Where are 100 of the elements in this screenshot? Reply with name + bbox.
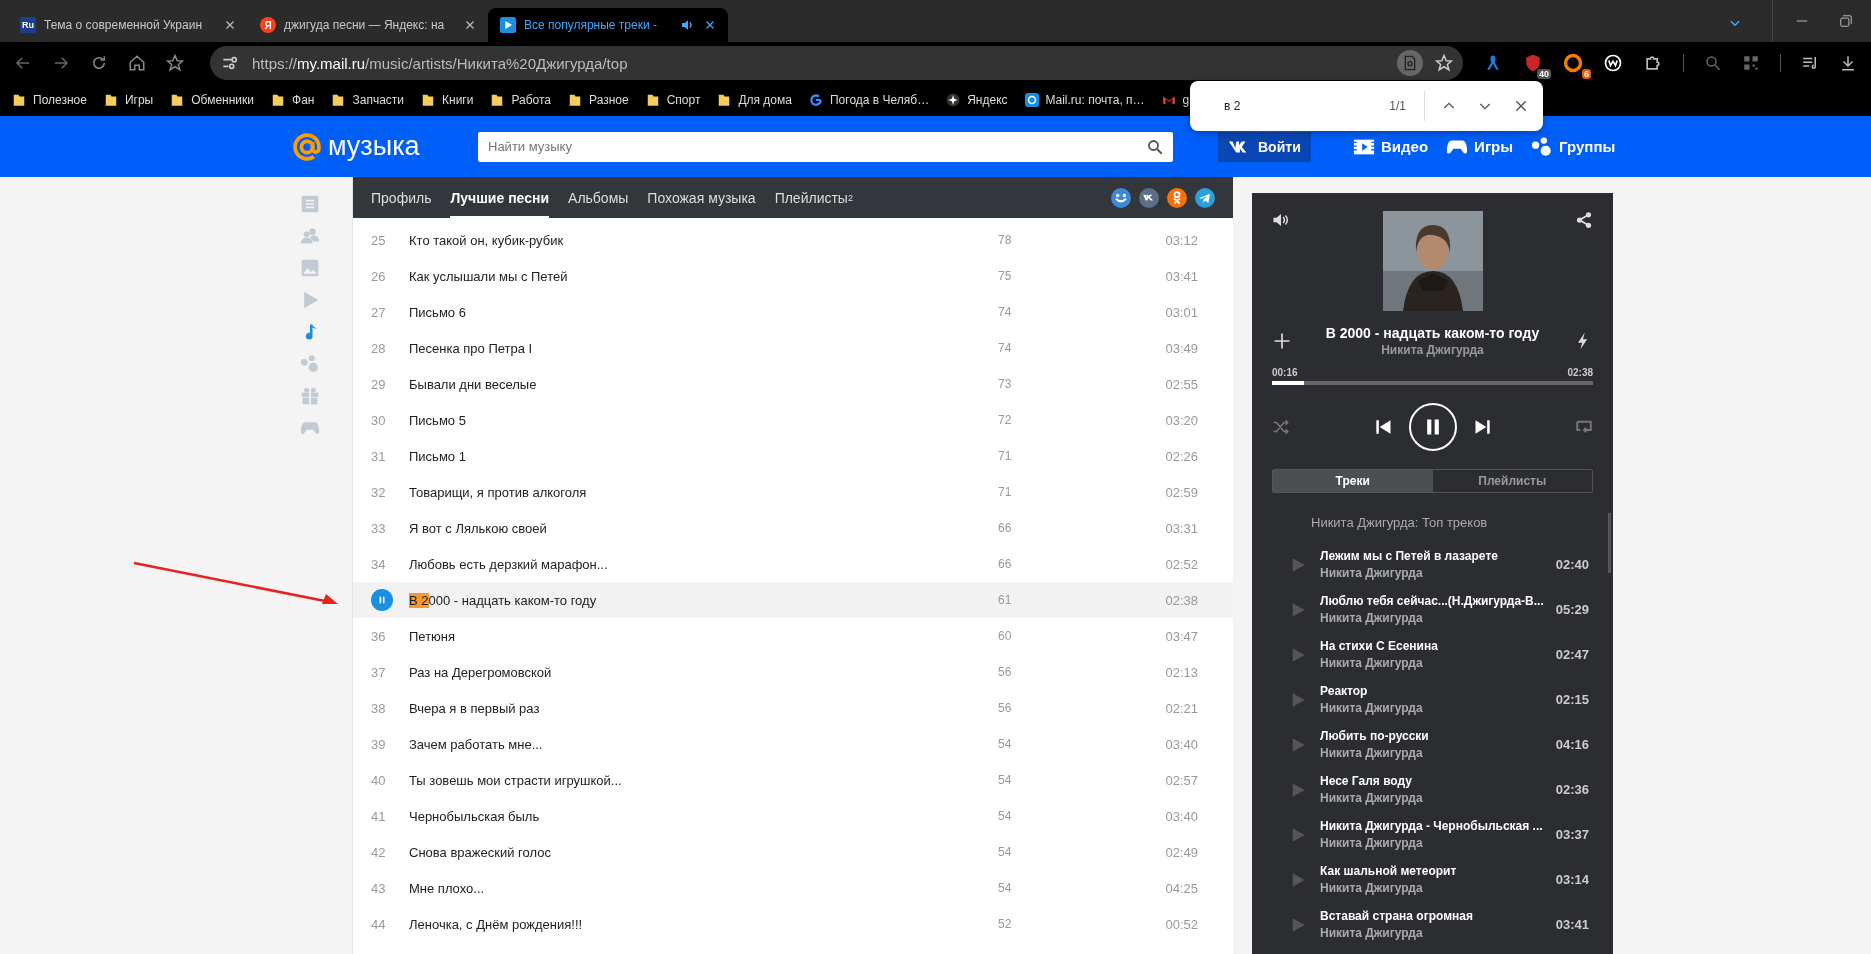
bookmark[interactable]: g (1161, 93, 1190, 107)
queue-track-artist[interactable]: Никита Джигурда (1320, 656, 1542, 670)
bookmark[interactable]: Погода в Челяб… (808, 93, 930, 107)
queue-track-artist[interactable]: Никита Джигурда (1320, 746, 1542, 760)
queue-track-title[interactable]: Вставай страна огромная (1320, 909, 1542, 923)
track-title[interactable]: Любовь есть дерзкий марафон... (409, 556, 998, 572)
search-icon[interactable] (1146, 137, 1164, 156)
star-icon[interactable] (1435, 54, 1454, 72)
bookmark[interactable]: Запчасти (331, 93, 404, 107)
address-bar[interactable]: https://my.mail.ru/music/artists/Никита%20Джигурда/top (210, 46, 1464, 80)
qr-code-icon[interactable] (1742, 54, 1761, 72)
track-title[interactable]: Мне плохо... (409, 880, 998, 896)
bookmark[interactable]: Книги (421, 93, 474, 107)
download-icon[interactable] (1839, 54, 1857, 72)
track-title[interactable]: В 2000 - надцать каком-то году (409, 592, 998, 608)
close-icon[interactable] (224, 19, 236, 31)
nav-tab[interactable]: Профиль (371, 177, 432, 218)
queue-track-title[interactable]: Реактор (1320, 684, 1542, 698)
track-row[interactable]: В 2000 - надцать каком-то году 61 02:38 (353, 582, 1233, 618)
find-query[interactable]: в 2 (1206, 83, 1390, 129)
track-row[interactable]: 31 Письмо 1 71 02:26 (353, 438, 1233, 474)
track-title[interactable]: Бывали дни веселые (409, 376, 998, 392)
queue-track-title[interactable]: Несе Галя воду (1320, 774, 1542, 788)
home-icon[interactable] (128, 54, 146, 72)
browser-tab[interactable]: Я джигуда песни — Яндекс: на (248, 8, 488, 42)
nav-tab[interactable]: Плейлисты$^{2}$ (774, 177, 853, 218)
track-title[interactable]: Письмо 1 (409, 448, 998, 464)
player-tab[interactable]: Треки (1273, 470, 1433, 492)
site-logo-text[interactable]: музыка (328, 131, 420, 162)
progress-bar[interactable] (1272, 381, 1593, 385)
browser-tab[interactable]: Ru Тема о современной Украин (8, 8, 248, 42)
queue-track-title[interactable]: Любить по-русски (1320, 729, 1542, 743)
pause-button[interactable] (1408, 403, 1457, 451)
track-row[interactable]: 37 Раз на Дерегромовской 56 02:13 (353, 654, 1233, 690)
login-button[interactable]: Войти (1218, 131, 1311, 162)
track-row[interactable]: 36 Петюня 60 03:47 (353, 618, 1233, 654)
track-title[interactable]: Как услышали мы с Петей (409, 268, 998, 284)
track-title[interactable]: Ты зовешь мои страсти игрушкой... (409, 772, 998, 788)
ok-share-icon[interactable] (1167, 187, 1187, 208)
browser-tab[interactable]: Все популярные треки - (488, 8, 728, 42)
track-title[interactable]: Раз на Дерегромовской (409, 664, 998, 680)
queue-track-title[interactable]: Люблю тебя сейчас...(Н.Джигурда-В... (1320, 594, 1542, 608)
track-title[interactable]: Я вот с Лялькою своей (409, 520, 998, 536)
track-title[interactable]: Письмо 5 (409, 412, 998, 428)
bookmark-star-icon[interactable] (166, 54, 184, 72)
track-row[interactable]: 41 Чернобыльская быль 54 03:40 (353, 798, 1233, 834)
repeat-icon[interactable] (1575, 418, 1593, 436)
close-icon[interactable] (1513, 98, 1529, 114)
track-row[interactable]: 30 Письмо 5 72 03:20 (353, 402, 1233, 438)
track-title[interactable]: Снова вражеский голос (409, 844, 998, 860)
track-title[interactable]: Зачем работать мне... (409, 736, 998, 752)
bookmark[interactable]: Для дома (717, 93, 792, 107)
vk-share-icon[interactable] (1139, 187, 1159, 208)
header-link[interactable]: Группы (1531, 135, 1616, 158)
search-icon[interactable] (1704, 54, 1723, 72)
track-title[interactable]: Чернобыльская быль (409, 808, 998, 824)
track-row[interactable]: 44 Леночка, с Днём рождения!!! 52 00:52 (353, 906, 1233, 942)
queue-track-artist[interactable]: Никита Джигурда (1320, 791, 1542, 805)
track-row[interactable]: 33 Я вот с Лялькою своей 66 03:31 (353, 510, 1233, 546)
track-title[interactable]: Петюня (409, 628, 998, 644)
queue-track-artist[interactable]: Никита Джигурда (1320, 881, 1542, 895)
bookmark[interactable]: Работа (490, 93, 552, 107)
bookmark[interactable]: Mail.ru: почта, п… (1024, 93, 1145, 107)
player-tab[interactable]: Плейлисты (1432, 470, 1592, 492)
bookmark[interactable]: Полезное (12, 93, 87, 107)
nav-tab[interactable]: Похожая музыка (647, 177, 756, 218)
restore-icon[interactable] (1839, 14, 1853, 28)
reload-icon[interactable] (90, 54, 108, 72)
queue-track-artist[interactable]: Никита Джигурда (1320, 701, 1542, 715)
bookmark[interactable]: Разное (568, 93, 629, 107)
close-icon[interactable] (464, 19, 476, 31)
back-icon[interactable] (14, 54, 32, 72)
track-title[interactable]: Письмо 6 (409, 304, 998, 320)
bookmark[interactable]: Яндекс (946, 93, 1008, 107)
track-row[interactable]: 27 Письмо 6 74 03:01 (353, 294, 1233, 330)
queue-track-artist[interactable]: Никита Джигурда (1320, 566, 1542, 580)
queue-track-artist[interactable]: Никита Джигурда (1320, 836, 1542, 850)
track-row[interactable]: 39 Зачем работать мне... 54 03:40 (353, 726, 1233, 762)
track-title[interactable]: Вчера я в первый раз (409, 700, 998, 716)
nav-tab[interactable]: Альбомы (568, 177, 629, 218)
track-row[interactable]: 25 Кто такой он, кубик-рубик 78 03:12 (353, 222, 1233, 258)
track-row[interactable]: 29 Бывали дни веселые 73 02:55 (353, 366, 1233, 402)
close-icon[interactable] (704, 19, 716, 31)
track-row[interactable]: 43 Мне плохо... 54 04:25 (353, 870, 1233, 906)
track-row[interactable]: 26 Как услышали мы с Петей 75 03:41 (353, 258, 1233, 294)
queue-track-title[interactable]: Как шальной метеорит (1320, 864, 1542, 878)
bookmark[interactable]: Обменники (170, 93, 255, 107)
at-sign-logo-icon[interactable] (292, 131, 322, 162)
search-field[interactable]: Найти музыку (478, 131, 1173, 162)
track-row[interactable]: 42 Снова вражеский голос 54 02:49 (353, 834, 1233, 870)
circle-logo-icon[interactable] (1603, 53, 1624, 73)
volume-icon[interactable] (1272, 211, 1290, 229)
queue-track-artist[interactable]: Никита Джигурда (1320, 611, 1542, 625)
track-row[interactable]: 28 Песенка про Петра I 74 03:49 (353, 330, 1233, 366)
bookmark[interactable]: Фан (271, 93, 315, 107)
bookmark[interactable]: Игры (103, 93, 154, 107)
shuffle-icon[interactable] (1272, 418, 1290, 436)
track-title[interactable]: Леночка, с Днём рождения!!! (409, 916, 998, 932)
share-icon[interactable] (1575, 211, 1593, 229)
queue-track-artist[interactable]: Никита Джигурда (1320, 926, 1542, 940)
